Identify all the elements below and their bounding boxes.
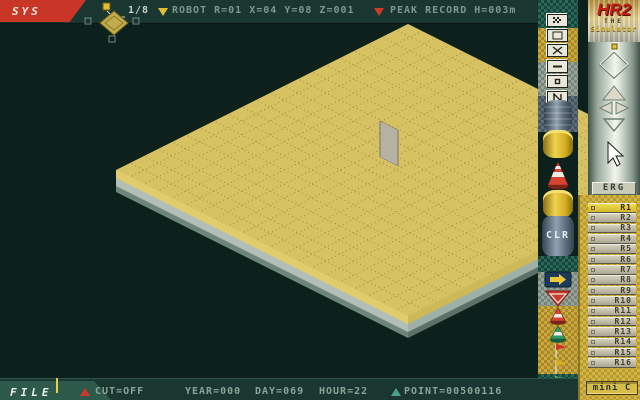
register-label: R9 <box>595 287 636 295</box>
clear-button[interactable]: CLR <box>542 216 574 256</box>
file-label: FILE <box>10 386 53 399</box>
step-forward-button[interactable] <box>545 272 571 287</box>
logo-title: HR2 <box>588 1 640 18</box>
mini-c-button[interactable]: mini C <box>586 381 638 395</box>
register-item-r14[interactable]: R14 <box>588 338 636 348</box>
register-label: R4 <box>595 235 636 243</box>
register-label: R8 <box>595 276 636 284</box>
frame-marker-icon <box>103 3 110 10</box>
top-status-bar: SYS 1/8 ROBOT R=01 X=04 Y=08 Z=001 PEAK … <box>0 0 538 24</box>
tool-column: CLR <box>538 0 578 400</box>
empty-square-icon <box>552 31 563 40</box>
tool-delete-button[interactable] <box>547 44 568 57</box>
register-item-r1[interactable]: R1 <box>588 203 636 213</box>
traffic-cone-icon[interactable] <box>548 162 568 190</box>
register-item-r16[interactable]: R16 <box>588 358 636 368</box>
register-item-r9[interactable]: R9 <box>588 286 636 296</box>
red-flag-icon[interactable] <box>556 344 567 358</box>
register-label: R11 <box>595 307 636 315</box>
logo-block: HR2 THE Simulator <box>588 0 640 42</box>
register-item-r12[interactable]: R12 <box>588 317 636 327</box>
register-label: R5 <box>595 245 636 253</box>
bottom-status-bar: FILE CUT=OFF YEAR=000 DAY=069 HOUR=22 PO… <box>0 378 578 400</box>
green-cone-icon[interactable] <box>550 326 566 343</box>
cut-status: CUT=OFF <box>95 386 144 397</box>
sys-menu-button[interactable]: SYS <box>0 0 86 22</box>
peak-record: PEAK RECORD H=003m <box>390 5 516 16</box>
compass-widget[interactable] <box>82 0 152 46</box>
tool-empty-button[interactable] <box>547 29 568 42</box>
logo-line2: Simulator <box>588 25 640 34</box>
register-label: R13 <box>595 328 636 336</box>
cursor-arrow-icon <box>608 142 623 166</box>
register-label: R2 <box>595 214 636 222</box>
register-item-r8[interactable]: R8 <box>588 275 636 285</box>
sys-label: SYS <box>12 5 41 18</box>
register-item-r2[interactable]: R2 <box>588 213 636 223</box>
register-label: R16 <box>595 359 636 367</box>
day-status: DAY=069 <box>255 386 304 397</box>
tool-dot-button[interactable] <box>547 75 568 88</box>
point-status: POINT=00500116 <box>404 386 502 397</box>
view-east-button[interactable] <box>133 18 139 24</box>
register-label: R10 <box>595 297 636 305</box>
limit-marker-icon[interactable] <box>546 291 570 306</box>
register-label: R7 <box>595 266 636 274</box>
view-west-button[interactable] <box>85 18 91 24</box>
nav-column: ERG <box>588 42 640 195</box>
minimap-marker-line <box>56 378 58 393</box>
register-label: R3 <box>595 224 636 232</box>
x-icon <box>552 46 563 55</box>
nav-up-button[interactable] <box>603 86 625 100</box>
register-label: R14 <box>595 338 636 346</box>
register-item-r15[interactable]: R15 <box>588 348 636 358</box>
nav-marker-icon <box>612 44 617 49</box>
minus-icon <box>552 62 563 71</box>
register-label: R15 <box>595 349 636 357</box>
register-label: R6 <box>595 256 636 264</box>
register-item-r5[interactable]: R5 <box>588 244 636 254</box>
small-square-icon <box>552 77 563 86</box>
register-item-r10[interactable]: R10 <box>588 296 636 306</box>
register-label: R1 <box>595 204 636 212</box>
register-item-r6[interactable]: R6 <box>588 255 636 265</box>
hr2-simulator-window: SYS 1/8 ROBOT R=01 X=04 Y=08 Z=001 PEAK … <box>0 0 640 400</box>
nav-right-button[interactable] <box>616 102 628 114</box>
robot-status: ROBOT R=01 X=04 Y=08 Z=001 <box>172 5 355 16</box>
rotate-view-button[interactable] <box>600 51 628 78</box>
nav-left-button[interactable] <box>600 102 612 114</box>
yellow-cylinder-tool-2[interactable] <box>543 190 573 218</box>
peak-indicator-icon <box>374 8 384 16</box>
point-indicator-icon <box>391 388 401 396</box>
tool-pattern-button[interactable] <box>547 14 568 27</box>
yellow-cylinder-tool[interactable] <box>543 130 573 158</box>
nav-controls <box>588 42 640 182</box>
register-label: R12 <box>595 318 636 326</box>
year-status: YEAR=000 <box>185 386 241 397</box>
pattern-icon <box>552 16 563 25</box>
erg-label: ERG <box>592 182 636 195</box>
register-item-r13[interactable]: R13 <box>588 327 636 337</box>
register-item-r7[interactable]: R7 <box>588 265 636 275</box>
register-item-r11[interactable]: R11 <box>588 307 636 317</box>
slate-cylinder-tool[interactable] <box>544 100 572 132</box>
nav-down-button[interactable] <box>604 119 624 131</box>
amber-flag-icon[interactable] <box>556 360 567 374</box>
cut-indicator-icon <box>80 388 90 396</box>
tool-minus-button[interactable] <box>547 60 568 73</box>
register-item-r4[interactable]: R4 <box>588 234 636 244</box>
register-item-r3[interactable]: R3 <box>588 224 636 234</box>
red-cone-icon[interactable] <box>550 308 566 325</box>
register-panel: R1R2R3R4R5R6R7R8R9R10R11R12R13R14R15R16 … <box>578 195 640 400</box>
robot-indicator-icon <box>158 8 168 16</box>
logo-line1: THE <box>588 18 640 25</box>
view-south-button[interactable] <box>109 36 115 42</box>
hour-status: HOUR=22 <box>319 386 368 397</box>
